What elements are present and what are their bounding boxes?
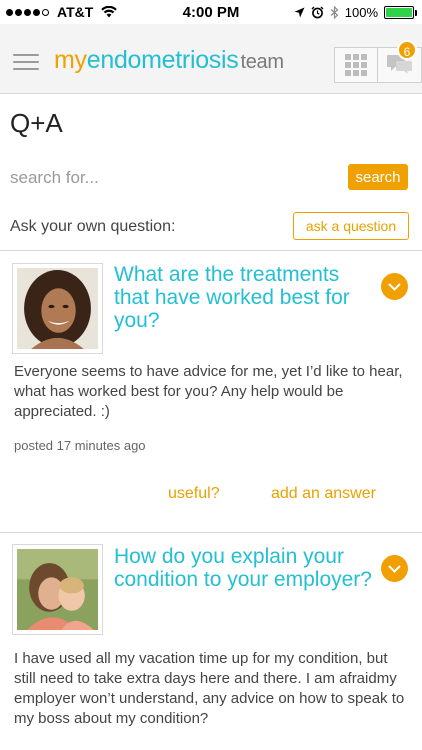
question-title[interactable]: How do you explain your condition to you… <box>114 545 374 591</box>
bluetooth-icon <box>330 5 339 19</box>
search-input[interactable] <box>10 166 330 190</box>
search-button[interactable]: search <box>348 164 408 190</box>
question-body: I have used all my vacation time up for … <box>14 650 405 727</box>
expand-toggle[interactable] <box>381 273 408 300</box>
question-title[interactable]: What are the treatments that have worked… <box>114 263 374 332</box>
question-card: How do you explain your condition to you… <box>0 533 422 750</box>
signal-group: AT&T <box>6 4 118 20</box>
status-indicators: 100% <box>294 4 417 20</box>
expand-toggle[interactable] <box>381 555 408 582</box>
battery-percent: 100% <box>344 4 378 20</box>
battery-icon <box>384 5 417 19</box>
ask-question-button[interactable]: ask a question <box>293 212 409 240</box>
apps-grid-button[interactable] <box>334 47 378 83</box>
user-avatar[interactable] <box>12 544 103 635</box>
posted-time: posted 17 minutes ago <box>14 438 146 453</box>
app-logo[interactable]: myendometriosis team <box>54 46 284 75</box>
app-header: myendometriosis team 6 <box>0 24 422 94</box>
user-photo <box>17 549 98 630</box>
carrier-name: AT&T <box>57 4 94 20</box>
location-arrow-icon <box>294 7 305 17</box>
user-photo <box>17 268 98 349</box>
wifi-icon <box>101 6 118 18</box>
page-title: Q+A <box>10 108 63 138</box>
question-card: What are the treatments that have worked… <box>0 251 422 532</box>
question-body: Everyone seems to have advice for me, ye… <box>14 363 403 420</box>
notification-badge: 6 <box>397 40 417 60</box>
add-answer-link[interactable]: add an answer <box>271 485 376 503</box>
chevron-down-icon <box>388 564 401 573</box>
useful-link[interactable]: useful? <box>168 485 220 503</box>
messages-button[interactable]: 6 <box>378 40 422 83</box>
logo-my: my <box>54 46 87 74</box>
status-bar: AT&T 4:00 PM 100% <box>0 0 422 24</box>
user-avatar[interactable] <box>12 263 103 354</box>
grid-icon <box>345 54 367 76</box>
logo-brand: endometriosis <box>86 46 239 74</box>
logo-team: team <box>240 51 284 73</box>
alarm-clock-icon <box>311 6 324 18</box>
chevron-down-icon <box>388 282 401 291</box>
signal-strength-icon <box>6 8 49 16</box>
menu-icon[interactable] <box>13 54 39 70</box>
ask-question-label: Ask your own question: <box>10 218 176 235</box>
